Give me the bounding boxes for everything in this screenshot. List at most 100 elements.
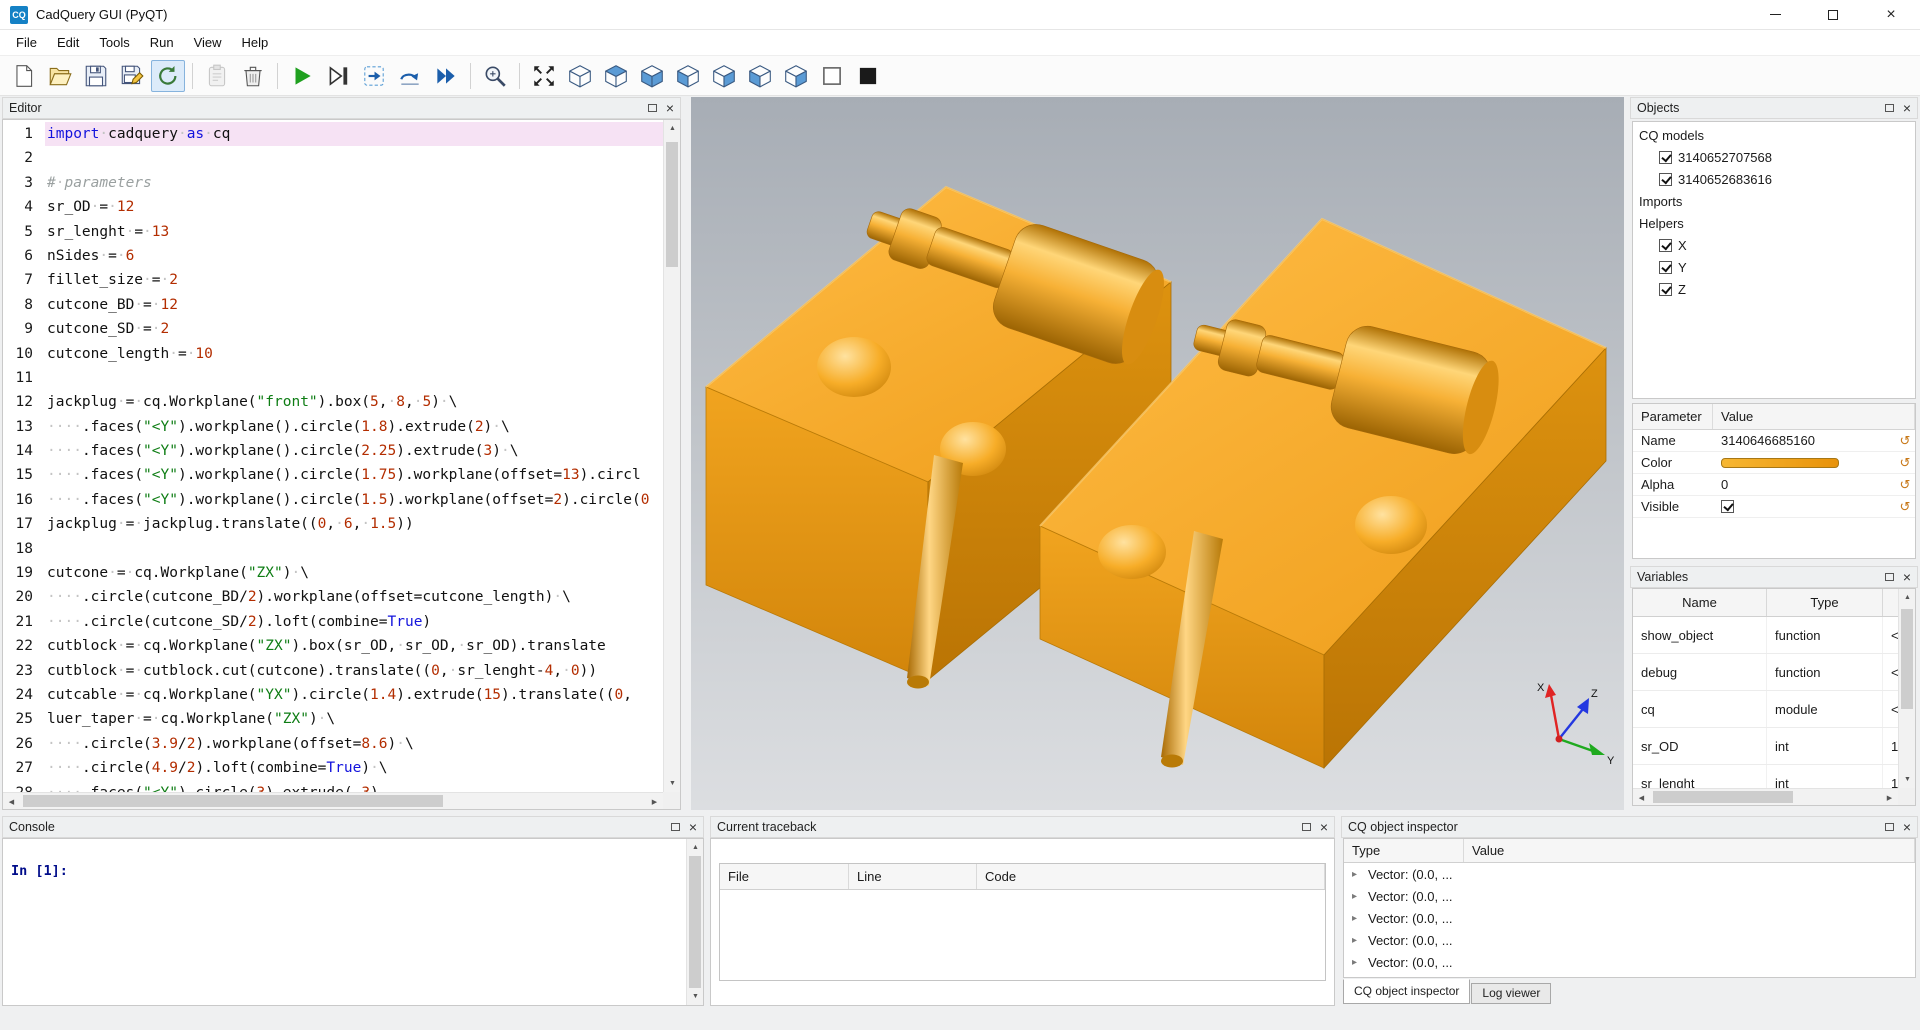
- scroll-up-button[interactable]: ▲: [664, 120, 681, 137]
- code-line[interactable]: 15····.faces("<Y").workplane().circle(1.…: [3, 463, 663, 487]
- variable-row-cq[interactable]: cqmodule<m: [1633, 691, 1915, 728]
- step-over-button[interactable]: [393, 60, 427, 92]
- code-line[interactable]: 24cutcable·=·cq.Workplane("YX").circle(1…: [3, 683, 663, 707]
- code-line[interactable]: 21····.circle(cutcone_SD/2).loft(combine…: [3, 610, 663, 634]
- menu-run[interactable]: Run: [140, 31, 184, 54]
- code-line[interactable]: 13····.faces("<Y").workplane().circle(1.…: [3, 415, 663, 439]
- view-front-button[interactable]: [671, 60, 705, 92]
- variable-row-sr_OD[interactable]: sr_ODint12: [1633, 728, 1915, 765]
- scroll-up-button[interactable]: ▲: [687, 839, 704, 856]
- float-panel-icon[interactable]: [1885, 823, 1894, 831]
- close-panel-icon[interactable]: ×: [689, 820, 697, 834]
- code-line[interactable]: 27····.circle(4.9/2).loft(combine=True)·…: [3, 756, 663, 780]
- reset-icon[interactable]: ↺: [1895, 477, 1915, 493]
- console-vertical-scrollbar[interactable]: ▲ ▼: [686, 839, 703, 1005]
- open-file-button[interactable]: [43, 60, 77, 92]
- code-line[interactable]: 6nSides·=·6: [3, 244, 663, 268]
- inspector-row[interactable]: ▸Vector: (0.0, ...: [1344, 863, 1915, 885]
- code-line[interactable]: 18: [3, 537, 663, 561]
- scroll-left-button[interactable]: ◀: [3, 793, 20, 810]
- menu-file[interactable]: File: [6, 31, 47, 54]
- debug-button[interactable]: [321, 60, 355, 92]
- scroll-right-button[interactable]: ▶: [646, 793, 663, 810]
- continue-button[interactable]: [429, 60, 463, 92]
- expand-arrow-icon[interactable]: ▸: [1352, 913, 1368, 924]
- zoom-fit-button[interactable]: [478, 60, 512, 92]
- tree-item-3140652707568[interactable]: 3140652707568: [1633, 146, 1915, 168]
- inspector-row[interactable]: ▸Vector: (0.0, ...: [1344, 929, 1915, 951]
- code-line[interactable]: 4sr_OD·=·12: [3, 195, 663, 219]
- scroll-up-button[interactable]: ▲: [1899, 589, 1916, 606]
- console-input-area[interactable]: In [1]: ▲ ▼: [2, 838, 704, 1006]
- scrollbar-thumb[interactable]: [23, 795, 443, 807]
- shaded-mode-button[interactable]: [851, 60, 885, 92]
- close-panel-icon[interactable]: ×: [1320, 820, 1328, 834]
- render-button[interactable]: [285, 60, 319, 92]
- scrollbar-thumb[interactable]: [689, 856, 701, 988]
- tree-item-helpers[interactable]: Helpers: [1633, 212, 1915, 234]
- view-iso-button[interactable]: [563, 60, 597, 92]
- code-line[interactable]: 14····.faces("<Y").workplane().circle(2.…: [3, 439, 663, 463]
- property-value[interactable]: [1713, 500, 1895, 513]
- view-back-button[interactable]: [707, 60, 741, 92]
- inspector-row[interactable]: ▸Vector: (0.0, ...: [1344, 951, 1915, 973]
- menu-help[interactable]: Help: [232, 31, 279, 54]
- code-line[interactable]: 7fillet_size·=·2: [3, 268, 663, 292]
- view-top-button[interactable]: [599, 60, 633, 92]
- view-right-button[interactable]: [779, 60, 813, 92]
- code-area[interactable]: 1import·cadquery·as·cq23#·parameters4sr_…: [3, 120, 663, 792]
- checkbox[interactable]: [1659, 151, 1672, 164]
- scroll-down-button[interactable]: ▼: [664, 775, 681, 792]
- code-line[interactable]: 22cutblock·=·cq.Workplane("ZX").box(sr_O…: [3, 634, 663, 658]
- scrollbar-thumb[interactable]: [1901, 609, 1913, 709]
- code-line[interactable]: 16····.faces("<Y").workplane().circle(1.…: [3, 488, 663, 512]
- tree-item-x[interactable]: X: [1633, 234, 1915, 256]
- code-line[interactable]: 10cutcone_length·=·10: [3, 342, 663, 366]
- close-panel-icon[interactable]: ×: [1903, 101, 1911, 115]
- float-panel-icon[interactable]: [1302, 823, 1311, 831]
- code-line[interactable]: 26····.circle(3.9/2).workplane(offset=8.…: [3, 732, 663, 756]
- code-line[interactable]: 12jackplug·=·cq.Workplane("front").box(5…: [3, 390, 663, 414]
- scroll-left-button[interactable]: ◀: [1633, 789, 1650, 806]
- float-panel-icon[interactable]: [648, 104, 657, 112]
- view-bottom-button[interactable]: [635, 60, 669, 92]
- code-line[interactable]: 28····.faces("<Y").circle(3).extrude(-3): [3, 781, 663, 792]
- splitter-editor-viewport[interactable]: [681, 97, 691, 810]
- code-line[interactable]: 5sr_lenght·=·13: [3, 220, 663, 244]
- wireframe-mode-button[interactable]: [815, 60, 849, 92]
- property-value[interactable]: [1713, 458, 1895, 468]
- variables-vertical-scrollbar[interactable]: ▲ ▼: [1898, 589, 1915, 788]
- scroll-right-button[interactable]: ▶: [1881, 789, 1898, 806]
- code-line[interactable]: 9cutcone_SD·=·2: [3, 317, 663, 341]
- variable-row-show_object[interactable]: show_objectfunction<f: [1633, 617, 1915, 654]
- close-panel-icon[interactable]: ×: [1903, 820, 1911, 834]
- scrollbar-thumb[interactable]: [666, 142, 678, 267]
- viewport-3d[interactable]: X Z Y: [691, 97, 1624, 810]
- tree-item-y[interactable]: Y: [1633, 256, 1915, 278]
- maximize-button[interactable]: [1804, 0, 1862, 29]
- fit-all-button[interactable]: [527, 60, 561, 92]
- expand-arrow-icon[interactable]: ▸: [1352, 869, 1368, 880]
- expand-arrow-icon[interactable]: ▸: [1352, 957, 1368, 968]
- scroll-down-button[interactable]: ▼: [687, 988, 704, 1005]
- checkbox[interactable]: [1659, 239, 1672, 252]
- variables-horizontal-scrollbar[interactable]: ◀ ▶: [1633, 788, 1898, 805]
- close-panel-icon[interactable]: ×: [1903, 570, 1911, 584]
- code-line[interactable]: 3#·parameters: [3, 171, 663, 195]
- scroll-down-button[interactable]: ▼: [1899, 771, 1916, 788]
- float-panel-icon[interactable]: [1885, 573, 1894, 581]
- color-swatch[interactable]: [1721, 458, 1839, 468]
- save-button[interactable]: [79, 60, 113, 92]
- code-line[interactable]: 23cutblock·=·cutblock.cut(cutcone).trans…: [3, 659, 663, 683]
- code-line[interactable]: 17jackplug·=·jackplug.translate((0,·6,·1…: [3, 512, 663, 536]
- checkbox[interactable]: [1659, 283, 1672, 296]
- checkbox[interactable]: [1659, 261, 1672, 274]
- tree-item-z[interactable]: Z: [1633, 278, 1915, 300]
- reset-icon[interactable]: ↺: [1895, 455, 1915, 471]
- checkbox[interactable]: [1721, 500, 1734, 513]
- new-file-button[interactable]: [7, 60, 41, 92]
- reset-icon[interactable]: ↺: [1895, 433, 1915, 449]
- code-line[interactable]: 25luer_taper·=·cq.Workplane("ZX")·\: [3, 707, 663, 731]
- menu-view[interactable]: View: [184, 31, 232, 54]
- float-panel-icon[interactable]: [671, 823, 680, 831]
